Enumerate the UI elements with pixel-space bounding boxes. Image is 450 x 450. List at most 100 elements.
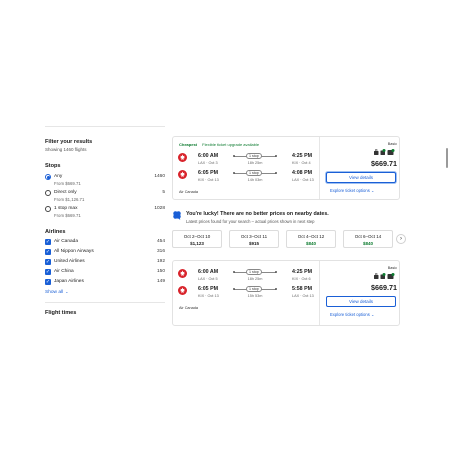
- radio-unselected[interactable]: [45, 190, 51, 196]
- price: $669.71: [371, 159, 397, 168]
- explore-label: Explore ticket options: [330, 312, 370, 317]
- airline-filter-air-canada[interactable]: ✓ Air Canada 454: [45, 238, 165, 246]
- nearby-date-card[interactable]: Oct 2–Oct 10 $1,123: [172, 230, 222, 248]
- stops-option-count: 1460: [154, 174, 165, 179]
- date-price: $840: [362, 241, 373, 246]
- stops-pill: 1 stop: [246, 286, 262, 292]
- outbound-departure-airport: LAX · Oct 3: [198, 161, 218, 165]
- inbound-departure-time: 6:05 PM: [198, 170, 219, 176]
- banner-title: You're lucky! There are no better prices…: [186, 211, 329, 217]
- airline-label: Air China: [54, 269, 74, 274]
- divider: [45, 302, 165, 303]
- nearby-date-card[interactable]: Oct 3–Oct 11 $915: [229, 230, 279, 248]
- page-scrollbar[interactable]: [445, 126, 449, 326]
- search-results-page: Filter your results Showing 1460 flights…: [0, 126, 450, 326]
- results-count: Showing 1460 flights: [45, 147, 87, 152]
- date-price: $1,123: [190, 241, 204, 246]
- airline-count: 454: [156, 239, 165, 244]
- air-canada-logo-icon: [178, 170, 187, 179]
- radio-unselected[interactable]: [45, 206, 51, 212]
- outbound-departure-airport: LAX · Oct 5: [198, 277, 218, 281]
- airline-label: Japan Airlines: [54, 279, 84, 284]
- outbound-arrival-airport: KIX · Oct 4: [292, 161, 311, 165]
- stops-option-price: From $1,126.71: [54, 197, 85, 202]
- airline-filter-japan-airlines[interactable]: ✓ Japan Airlines 149: [45, 278, 165, 286]
- stops-option-price: From $669.71: [54, 213, 81, 218]
- outbound-duration: 18h 25m: [247, 277, 263, 281]
- checkbox-checked[interactable]: ✓: [45, 248, 51, 255]
- banner-subtitle: Latest prices found for your search – ac…: [186, 219, 315, 224]
- checkbox-checked[interactable]: ✓: [45, 258, 51, 265]
- outbound-duration: 18h 25m: [247, 161, 263, 165]
- air-canada-logo-icon: [178, 286, 187, 295]
- next-dates-arrow-button[interactable]: ›: [396, 234, 406, 244]
- airline-filter-air-china[interactable]: ✓ Air China 150: [45, 268, 165, 276]
- date-price: $840: [305, 241, 316, 246]
- inbound-arrival-time: 5:58 PM: [292, 286, 313, 292]
- chevron-down-icon: ⌄: [370, 312, 375, 317]
- outbound-route-line: 1 stop: [233, 269, 277, 275]
- route-dot: [275, 288, 277, 290]
- flight-itinerary: Cheapest Flexible ticket upgrade availab…: [173, 137, 319, 199]
- filter-title: Filter your results: [45, 139, 93, 145]
- stops-option-any[interactable]: Any 1460 From $669.71: [45, 173, 165, 189]
- stops-option-count: 1028: [154, 206, 165, 211]
- inbound-departure-airport: KIX · Oct 13: [198, 178, 219, 182]
- checkbox-checked[interactable]: ✓: [45, 238, 51, 245]
- stops-pill: 1 stop: [246, 170, 262, 176]
- airline-label: Air Canada: [54, 239, 78, 244]
- route-dot: [275, 172, 277, 174]
- route-dot: [233, 155, 235, 157]
- date-range: Oct 6–Oct 14: [354, 234, 382, 239]
- flight-times-heading[interactable]: Flight times: [45, 310, 76, 316]
- clover-icon: [173, 211, 181, 220]
- chevron-down-icon: ⌄: [65, 289, 69, 294]
- stops-option-label: Direct only: [54, 190, 77, 195]
- inbound-route-line: 1 stop: [233, 286, 277, 292]
- flight-itinerary: 6:00 AM LAX · Oct 5 1 stop 18h 25m 4:25 …: [173, 261, 319, 325]
- airline-count: 150: [156, 269, 165, 274]
- route-dot: [233, 288, 235, 290]
- route-dot: [233, 172, 235, 174]
- outbound-arrival-time: 4:25 PM: [292, 269, 313, 275]
- outbound-departure-time: 6:00 AM: [198, 153, 219, 159]
- radio-selected[interactable]: [45, 174, 51, 180]
- view-details-button[interactable]: View details: [326, 296, 396, 307]
- inbound-duration: 14h 03m: [247, 178, 263, 182]
- cheapest-badge: Cheapest: [179, 142, 198, 147]
- nearby-date-card[interactable]: Oct 6–Oct 14 $840: [343, 230, 393, 248]
- airline-name: Air Canada: [179, 306, 198, 310]
- inbound-route-line: 1 stop: [233, 170, 277, 176]
- nearby-date-card[interactable]: Oct 4–Oct 12 $840: [286, 230, 336, 248]
- inbound-arrival-time: 4:08 PM: [292, 170, 313, 176]
- stops-option-count: 5: [162, 190, 165, 195]
- price: $669.71: [371, 283, 397, 292]
- outbound-arrival-airport: KIX · Oct 6: [292, 277, 311, 281]
- outbound-departure-time: 6:00 AM: [198, 269, 219, 275]
- stops-option-price: From $669.71: [54, 181, 81, 186]
- show-all-airlines-link[interactable]: Show all ⌄: [45, 289, 69, 295]
- airline-filter-united[interactable]: ✓ United Airlines 192: [45, 258, 165, 266]
- baggage-icon: [374, 149, 395, 155]
- date-price: $915: [248, 241, 259, 246]
- explore-ticket-options-link[interactable]: Explore ticket options ⌄: [330, 312, 375, 317]
- inbound-departure-airport: KIX · Oct 13: [198, 294, 219, 298]
- airline-count: 316: [156, 249, 165, 254]
- checkbox-checked[interactable]: ✓: [45, 278, 51, 285]
- checkbox-checked[interactable]: ✓: [45, 268, 51, 275]
- airline-name: Air Canada: [179, 190, 198, 194]
- airline-label: All Nippon Airways: [54, 249, 94, 254]
- chevron-right-icon: ›: [400, 236, 402, 242]
- airline-count: 192: [156, 259, 165, 264]
- scrollbar-thumb[interactable]: [446, 148, 448, 168]
- view-details-button[interactable]: View details: [326, 172, 396, 183]
- stops-option-1-stop[interactable]: 1 stop max 1028 From $669.71: [45, 205, 165, 221]
- airline-filter-all-nippon[interactable]: ✓ All Nippon Airways 316: [45, 248, 165, 256]
- date-range: Oct 2–Oct 10: [183, 234, 211, 239]
- explore-ticket-options-link[interactable]: Explore ticket options ⌄: [330, 188, 375, 193]
- stops-option-label: Any: [54, 174, 63, 179]
- inbound-departure-time: 6:05 PM: [198, 286, 219, 292]
- stops-option-label: 1 stop max: [54, 206, 78, 211]
- stops-option-direct[interactable]: Direct only 5 From $1,126.71: [45, 189, 165, 205]
- route-dot: [275, 271, 277, 273]
